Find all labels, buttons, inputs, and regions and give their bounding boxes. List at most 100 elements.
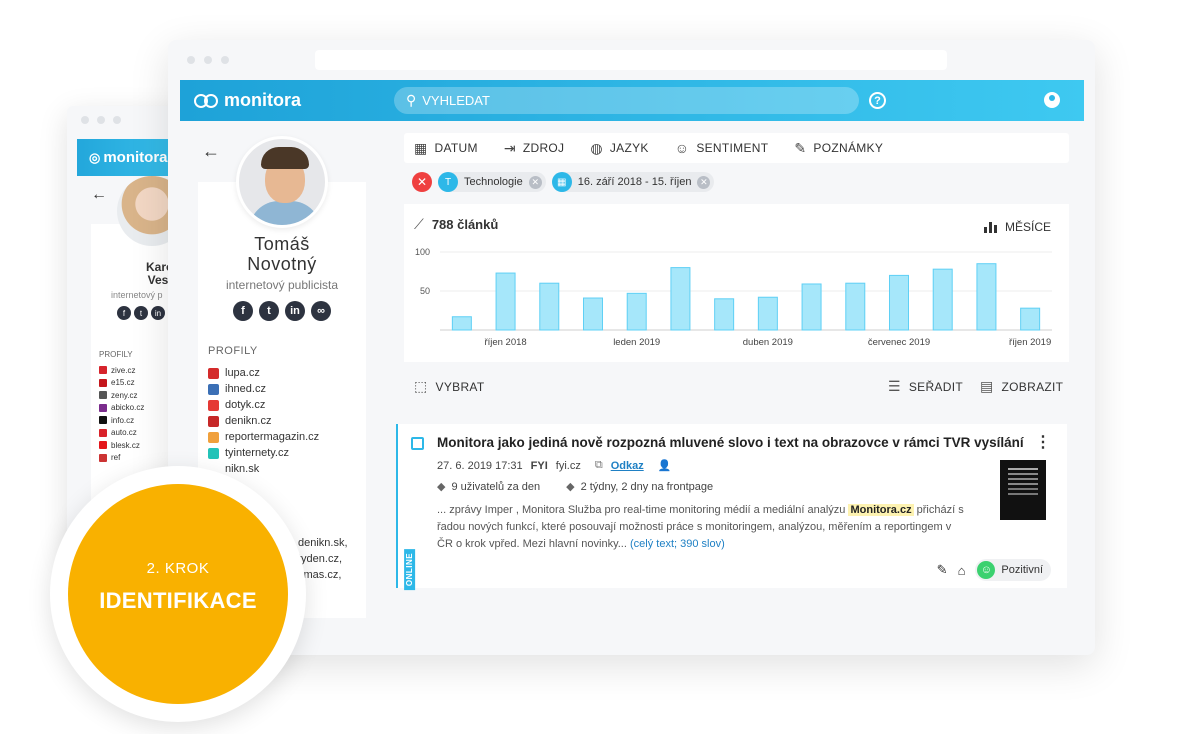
- back-profile-item[interactable]: ref: [99, 452, 144, 465]
- user-account-icon[interactable]: [1044, 92, 1060, 108]
- back-logo[interactable]: ◎ monitora: [89, 149, 168, 166]
- full-text-link[interactable]: (celý text; 390 slov): [630, 538, 725, 550]
- edit-icon[interactable]: ✎: [937, 562, 948, 578]
- back-profile-item[interactable]: e15.cz: [99, 377, 144, 390]
- profile-item[interactable]: denikn.cz: [208, 413, 319, 429]
- avatar: [236, 136, 328, 228]
- filter-chip-topic[interactable]: T Technologie ✕: [438, 172, 546, 192]
- filter-jazyk[interactable]: ◍ JAZYK: [590, 140, 648, 157]
- back-profile-name: e15.cz: [111, 378, 135, 388]
- profile-site-name[interactable]: denikn.sk,: [298, 537, 348, 549]
- profile-site-name: dotyk.cz: [225, 399, 266, 411]
- filter-label: SENTIMENT: [696, 141, 769, 155]
- chart-bar[interactable]: [451, 316, 472, 331]
- sort-button[interactable]: ☰ SEŘADIT: [888, 378, 963, 395]
- chart-bar[interactable]: [845, 282, 866, 331]
- twitter-icon[interactable]: t: [134, 306, 148, 320]
- profile-item[interactable]: dotyk.cz: [208, 397, 319, 413]
- calendar-icon: ▦: [551, 172, 572, 192]
- filter-poznámky[interactable]: ✎ POZNÁMKY: [794, 140, 883, 157]
- back-profile-item[interactable]: info.cz: [99, 414, 144, 427]
- filter-chip-date[interactable]: ▦ 16. září 2018 - 15. říjen ✕: [551, 172, 715, 192]
- back-profile-item[interactable]: blesk.cz: [99, 439, 144, 452]
- chart-bar[interactable]: [714, 298, 735, 331]
- window-dot[interactable]: [187, 56, 195, 64]
- article-checkbox[interactable]: [411, 437, 424, 450]
- chart-bar[interactable]: [626, 292, 647, 331]
- chart-bar[interactable]: [670, 267, 691, 331]
- period-button[interactable]: MĚSÍCE: [983, 220, 1051, 234]
- select-button[interactable]: ⬚ VYBRAT: [414, 378, 484, 395]
- profile-role: internetový publicista: [225, 278, 339, 292]
- profile-item[interactable]: reportermagazin.cz: [208, 429, 319, 445]
- chart-bar[interactable]: [583, 297, 603, 331]
- profile-item[interactable]: tyinternety.cz: [208, 445, 319, 461]
- clear-filters-icon[interactable]: ✕: [412, 172, 432, 192]
- window-dot[interactable]: [81, 116, 89, 124]
- twitter-icon[interactable]: t: [259, 301, 279, 321]
- back-arrow-icon[interactable]: ←: [91, 186, 107, 204]
- chart-bar[interactable]: [889, 274, 909, 331]
- filter-sentiment[interactable]: ☺ SENTIMENT: [675, 140, 769, 156]
- profile-item[interactable]: lupa.cz: [208, 365, 319, 381]
- back-profiles-list: zive.cz e15.cz zeny.cz abicko.cz info.cz auto…: [99, 364, 144, 464]
- address-bar[interactable]: [315, 50, 947, 70]
- back-profile-item[interactable]: auto.cz: [99, 427, 144, 440]
- filter-zdroj[interactable]: ⇥ ZDROJ: [504, 140, 565, 157]
- chart-bar[interactable]: [801, 283, 822, 331]
- link-icon[interactable]: ∞: [311, 301, 331, 321]
- chart-bar[interactable]: [1020, 307, 1041, 331]
- back-arrow-icon[interactable]: ←: [202, 141, 220, 162]
- search-input[interactable]: ⚲ VYHLEDAT: [394, 87, 859, 114]
- chart-bar[interactable]: [932, 268, 953, 331]
- remove-chip-icon[interactable]: ✕: [697, 175, 711, 189]
- window-dot[interactable]: [221, 56, 229, 64]
- back-profile-item[interactable]: abicko.cz: [99, 402, 144, 415]
- chart-bar[interactable]: [539, 282, 560, 331]
- facebook-icon[interactable]: f: [117, 306, 131, 320]
- sentiment-badge[interactable]: ☺ Pozitivní: [975, 559, 1051, 581]
- source-icon: ⇥: [503, 139, 516, 156]
- back-profile-item[interactable]: zeny.cz: [99, 389, 144, 402]
- back-profile-item[interactable]: zive.cz: [99, 364, 144, 377]
- tag-icon[interactable]: ⌂: [958, 563, 966, 578]
- smiley-icon: ☺: [674, 140, 690, 156]
- chart-bar[interactable]: [757, 296, 778, 331]
- article-source[interactable]: fyi.cz: [556, 460, 581, 472]
- external-link-icon: ⧉: [594, 459, 603, 471]
- chart-bar[interactable]: [495, 272, 516, 331]
- remove-chip-icon[interactable]: ✕: [528, 175, 542, 189]
- y-tick-label: 100: [415, 247, 430, 257]
- window-dot[interactable]: [113, 116, 121, 124]
- facebook-icon[interactable]: f: [233, 301, 253, 321]
- chart-bar[interactable]: [976, 263, 997, 331]
- filter-label: ZDROJ: [522, 141, 565, 155]
- back-social-links: f t in: [117, 306, 165, 320]
- window-dot[interactable]: [97, 116, 105, 124]
- frontpage-text: 2 týdny, 2 dny na frontpage: [580, 481, 714, 493]
- profile-site-name[interactable]: tyden.cz,: [298, 553, 342, 565]
- more-menu-icon[interactable]: ⋮: [1035, 432, 1051, 452]
- view-button[interactable]: ▤ ZOBRAZIT: [980, 378, 1063, 395]
- users-text: 9 uživatelů za den: [451, 481, 541, 493]
- profile-item[interactable]: ihned.cz: [208, 381, 319, 397]
- linkedin-icon[interactable]: in: [151, 306, 165, 320]
- filter-datum[interactable]: ▦ DATUM: [414, 140, 478, 157]
- linkedin-icon[interactable]: in: [285, 301, 305, 321]
- help-icon[interactable]: ?: [869, 92, 886, 109]
- favicon-icon: [208, 383, 219, 395]
- search-icon: ⚲: [406, 92, 417, 108]
- article-link[interactable]: Odkaz: [611, 460, 644, 472]
- article-card[interactable]: ONLINE Monitora jako jediná nově rozpozn…: [396, 424, 1067, 591]
- article-thumbnail[interactable]: [1000, 460, 1046, 520]
- author-icon[interactable]: 👤: [658, 459, 672, 472]
- back-profile-name: zive.cz: [111, 365, 136, 375]
- article-title[interactable]: Monitora jako jediná nově rozpozná mluve…: [437, 435, 1024, 450]
- back-person-role: internetový p: [111, 290, 163, 300]
- favicon-icon: [208, 431, 219, 443]
- active-filters: ✕ T Technologie ✕ ▦ 16. září 2018 - 15. …: [412, 172, 715, 192]
- logo[interactable]: monitora: [194, 90, 301, 111]
- window-dot[interactable]: [204, 56, 212, 64]
- filter-label: POZNÁMKY: [813, 141, 884, 155]
- pencil-icon: ✎: [794, 139, 807, 156]
